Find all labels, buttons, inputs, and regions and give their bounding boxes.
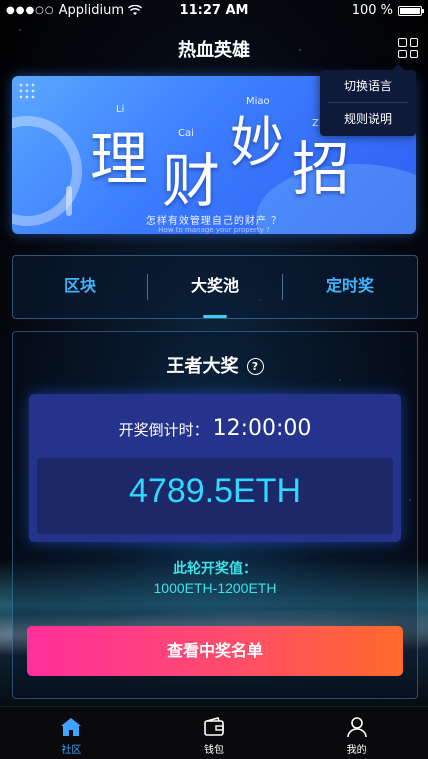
nav-bar: 热血英雄 — [0, 30, 428, 66]
grid-cell — [398, 49, 407, 58]
dots-decoration — [18, 82, 36, 100]
prize-card: 开奖倒计时： 12:00:00 4789.5ETH — [29, 394, 401, 542]
countdown-value: 12:00:00 — [212, 416, 312, 441]
tab-block[interactable]: 区块 — [13, 256, 147, 318]
battery-icon — [398, 5, 424, 16]
battery-percent: 100 % — [351, 3, 393, 18]
user-icon — [346, 717, 367, 738]
battery-fill — [400, 7, 420, 14]
grid-cell — [409, 49, 418, 58]
help-icon[interactable]: ? — [246, 358, 264, 375]
prize-panel: 王者大奖? 开奖倒计时： 12:00:00 4789.5ETH 此轮开奖值： 10… — [12, 331, 418, 699]
countdown-label: 开奖倒计时： — [118, 421, 209, 439]
prize-amount-box: 4789.5ETH — [37, 458, 393, 534]
tab-timed-prize[interactable]: 定时奖 — [283, 256, 417, 318]
home-icon — [61, 718, 82, 736]
tabbar-label-wallet: 钱包 — [204, 745, 224, 756]
menu-item-switch-language[interactable]: 切换语言 — [320, 70, 416, 102]
wallet-icon — [204, 717, 224, 736]
tabbar-item-community[interactable]: 社区 — [0, 707, 143, 759]
prize-title-row: 王者大奖? — [13, 352, 417, 378]
grid-cell — [398, 38, 407, 47]
draw-range-value: 1000ETH-1200ETH — [153, 580, 277, 596]
tabbar-label-profile: 我的 — [346, 745, 367, 756]
menu-item-rules[interactable]: 规则说明 — [320, 103, 416, 135]
tabbar-label-community: 社区 — [61, 745, 82, 756]
banner-subtitle-en: How to manage your property ? — [158, 226, 270, 234]
category-tabs: 区块 大奖池 定时奖 — [12, 255, 418, 319]
prize-title: 王者大奖 — [166, 356, 239, 377]
view-winners-button[interactable]: 查看中奖名单 — [27, 626, 403, 676]
options-dropdown: 切换语言 规则说明 — [320, 64, 416, 136]
banner-char-li: 理 — [90, 125, 149, 193]
banner-char-cai: 财 — [162, 147, 221, 215]
status-right: 100 % — [351, 3, 424, 18]
page-title: 热血英雄 — [178, 40, 250, 61]
tab-grand-prize-pool[interactable]: 大奖池 — [148, 256, 282, 318]
draw-range-label: 此轮开奖值： — [173, 561, 257, 577]
countdown-row: 开奖倒计时： 12:00:00 — [29, 416, 401, 441]
status-bar: ●●●○○ Applidium 11:27 AM 100 % — [0, 0, 428, 22]
grid-cell — [409, 38, 418, 47]
tabbar-item-profile[interactable]: 我的 — [285, 707, 428, 759]
bottom-tab-bar: 社区 钱包 我的 — [0, 706, 428, 759]
banner-subtitle: 怎样有效管理自己的财产 ？ — [145, 216, 283, 227]
menu-grid-button[interactable] — [398, 38, 418, 58]
banner-char-miao: 妙 — [230, 111, 284, 174]
tabbar-item-wallet[interactable]: 钱包 — [143, 707, 286, 759]
prize-amount: 4789.5ETH — [129, 472, 301, 510]
